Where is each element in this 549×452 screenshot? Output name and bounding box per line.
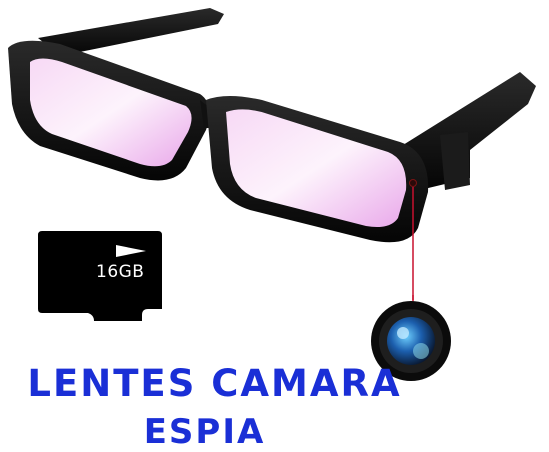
- caption-line-2: ESPIA: [143, 412, 266, 452]
- hidden-camera-dot: [409, 179, 417, 187]
- sd-card-capacity: 16GB: [96, 262, 145, 282]
- caption-line-1: LENTES CAMARA: [27, 362, 402, 405]
- product-image: 16GB LENTES CAMARA ESPIA: [0, 0, 549, 452]
